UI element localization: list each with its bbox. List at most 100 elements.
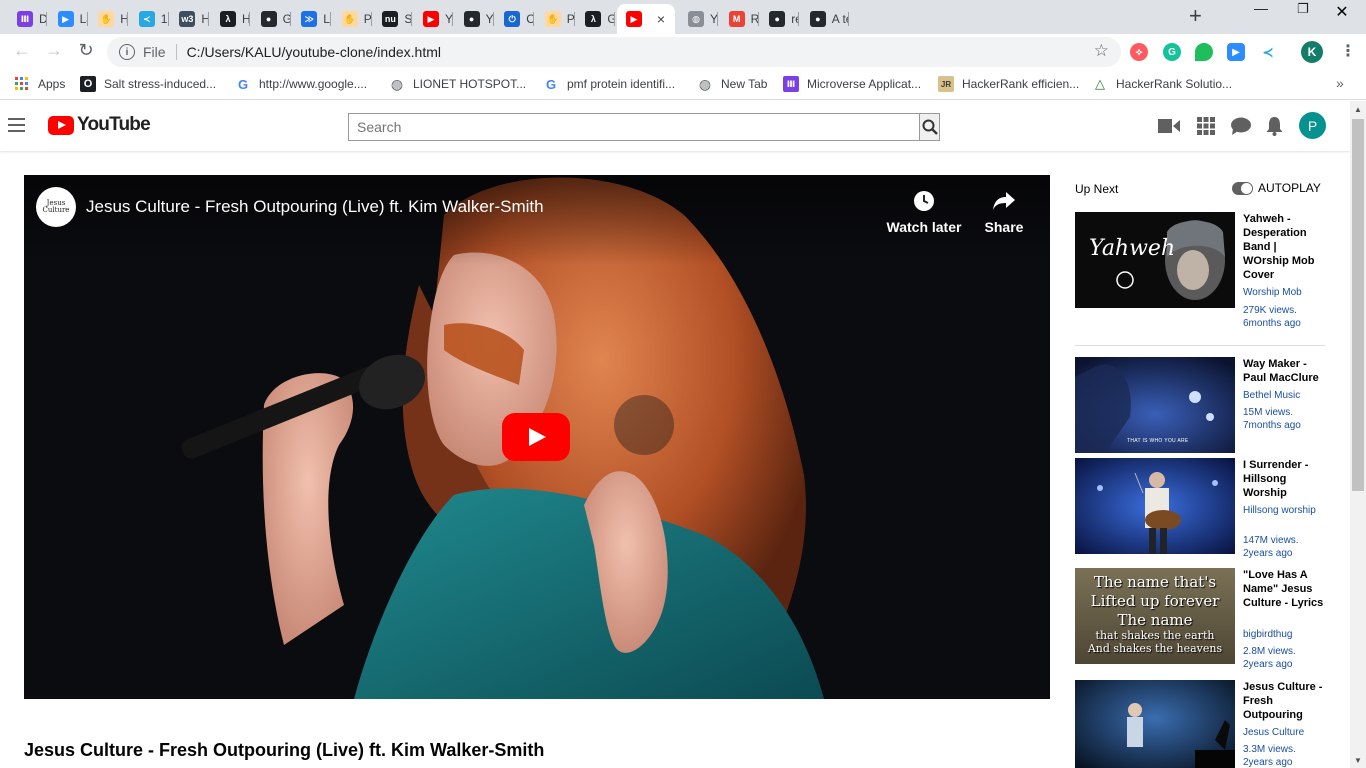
- zoom-extension-icon[interactable]: ▶: [1227, 43, 1245, 61]
- browser-tab[interactable]: λGit: [576, 4, 616, 34]
- browser-toolbar: ← → ↻ i File C:/Users/KALU/youtube-clone…: [0, 34, 1366, 70]
- recommended-channel[interactable]: Worship Mob: [1243, 286, 1325, 299]
- browser-tab[interactable]: ● A te: [801, 4, 849, 34]
- bookmark-star-icon[interactable]: ☆: [1094, 41, 1109, 61]
- user-avatar[interactable]: P: [1299, 112, 1326, 139]
- bookmark-hackerrank-solutions[interactable]: △ HackerRank Solutio...: [1092, 76, 1232, 92]
- browser-menu-icon[interactable]: ⋮: [1340, 41, 1356, 61]
- messages-icon[interactable]: [1231, 117, 1251, 135]
- browser-tab[interactable]: ✋Pro: [536, 4, 575, 34]
- restore-button[interactable]: ❐: [1297, 1, 1309, 17]
- browser-tab[interactable]: λHov: [211, 4, 250, 34]
- video-thumbnail[interactable]: Yahweh: [1075, 212, 1235, 308]
- browser-tab[interactable]: ▶ ×: [617, 4, 675, 34]
- new-tab-button[interactable]: +: [1189, 5, 1202, 27]
- browser-tab[interactable]: ≺19:: [130, 4, 169, 34]
- minimize-button[interactable]: —: [1254, 0, 1268, 16]
- tab-favicon-icon: ✋: [98, 11, 115, 27]
- share-button[interactable]: Share: [964, 187, 1044, 235]
- forward-button[interactable]: →: [42, 40, 66, 61]
- tab-favicon-icon: ◍: [688, 11, 704, 27]
- window-close-button[interactable]: ✕: [1318, 0, 1366, 24]
- play-button[interactable]: [502, 413, 570, 461]
- video-camera-icon[interactable]: [1158, 118, 1180, 134]
- player-video-title[interactable]: Jesus Culture - Fresh Outpouring (Live) …: [86, 197, 544, 217]
- extension-chat-icon[interactable]: [1195, 43, 1213, 61]
- bookmark-pmf[interactable]: G pmf protein identifi...: [543, 76, 675, 92]
- bookmark-apps[interactable]: Apps: [14, 76, 65, 92]
- reload-button[interactable]: ↻: [74, 40, 98, 61]
- browser-tab[interactable]: ▶You: [414, 4, 453, 34]
- address-url[interactable]: C:/Users/KALU/youtube-clone/index.html: [187, 44, 441, 60]
- autoplay-label: AUTOPLAY: [1258, 181, 1321, 195]
- browser-tab[interactable]: ●Git: [252, 4, 291, 34]
- scroll-down-arrow-icon[interactable]: ▼: [1354, 756, 1362, 765]
- youtube-play-logo-icon: [48, 115, 74, 135]
- tab-favicon-icon: ≫: [301, 11, 318, 27]
- video-thumbnail[interactable]: THAT IS WHO YOU ARE: [1075, 357, 1235, 453]
- browser-tab[interactable]: ●rea: [760, 4, 800, 34]
- browser-tab[interactable]: ✋Pro: [333, 4, 372, 34]
- bookmark-label: New Tab: [721, 77, 768, 91]
- tab-favicon-icon: ●: [809, 11, 826, 27]
- browser-tab[interactable]: ▶Lau: [49, 4, 88, 34]
- channel-logo[interactable]: Jesus Culture: [36, 187, 76, 227]
- recommended-title[interactable]: "Love Has A Name" Jesus Culture - Lyrics: [1243, 568, 1325, 610]
- browser-tab[interactable]: MRe:: [720, 4, 759, 34]
- page-scrollbar[interactable]: ▲ ▼: [1350, 101, 1366, 768]
- bookmarks-bar: Apps O Salt stress-induced... G http://w…: [0, 70, 1366, 100]
- bookmark-hackerrank-efficient[interactable]: JR HackerRank efficien...: [938, 76, 1079, 92]
- autoplay-toggle[interactable]: AUTOPLAY: [1232, 181, 1321, 195]
- search-input[interactable]: [348, 113, 920, 141]
- tab-separator: [573, 12, 575, 26]
- browser-tab[interactable]: ≫Lea: [292, 4, 332, 34]
- video-player[interactable]: Jesus Culture Jesus Culture - Fresh Outp…: [24, 175, 1050, 699]
- scroll-up-arrow-icon[interactable]: ▲: [1354, 105, 1362, 114]
- autoplay-switch[interactable]: [1232, 181, 1253, 195]
- site-info-icon[interactable]: i: [119, 44, 135, 60]
- browser-profile-avatar[interactable]: K: [1301, 41, 1323, 63]
- recommended-channel[interactable]: Hillsong worship: [1243, 504, 1325, 517]
- grammarly-extension-icon[interactable]: G: [1163, 43, 1181, 61]
- browser-tab[interactable]: ●You: [455, 4, 494, 34]
- browser-tab[interactable]: ⏻Col: [495, 4, 535, 34]
- extension-k-icon[interactable]: ≺: [1259, 43, 1277, 61]
- bookmark-lionet[interactable]: ◍ LIONET HOTSPOT...: [389, 76, 526, 92]
- bookmark-microverse[interactable]: Ⅲ Microverse Applicat...: [783, 76, 921, 92]
- back-button[interactable]: ←: [10, 40, 34, 61]
- bookmarks-overflow-button[interactable]: »: [1336, 75, 1344, 91]
- extension-tiktok-icon[interactable]: ⟡: [1130, 43, 1148, 61]
- thumbnail-text: Yahweh: [1089, 236, 1176, 261]
- bookmark-salt-stress[interactable]: O Salt stress-induced...: [80, 76, 216, 92]
- browser-tab[interactable]: w3HTI: [170, 4, 210, 34]
- address-bar[interactable]: i File C:/Users/KALU/youtube-clone/index…: [107, 37, 1121, 67]
- recommended-title[interactable]: Jesus Culture - Fresh Outpouring: [1243, 680, 1325, 722]
- video-thumbnail[interactable]: The name that's Lifted up forever The na…: [1075, 568, 1235, 664]
- video-thumbnail[interactable]: [1075, 458, 1235, 554]
- apps-grid-icon[interactable]: [1197, 117, 1215, 135]
- browser-tab[interactable]: ✋HTI: [89, 4, 129, 34]
- video-thumbnail[interactable]: [1075, 680, 1235, 768]
- recommended-channel[interactable]: bigbirdthug: [1243, 628, 1325, 641]
- search-button[interactable]: [920, 113, 940, 141]
- globe-icon: ◍: [698, 75, 712, 92]
- browser-tab[interactable]: ⅢDas: [8, 4, 47, 34]
- recommended-views: 147M views.: [1243, 535, 1299, 546]
- recommended-channel[interactable]: Bethel Music: [1243, 389, 1325, 402]
- browser-tab[interactable]: ◍You: [679, 4, 718, 34]
- browser-tab[interactable]: nuSho: [373, 4, 413, 34]
- recommended-title[interactable]: I Surrender - Hillsong Worship: [1243, 458, 1325, 500]
- youtube-logo[interactable]: YouTube: [48, 114, 151, 136]
- bookmark-new-tab[interactable]: ◍ New Tab: [697, 75, 768, 92]
- bookmark-google[interactable]: G http://www.google....: [235, 76, 367, 92]
- recommended-channel[interactable]: Jesus Culture: [1243, 726, 1325, 739]
- notifications-bell-icon[interactable]: [1266, 116, 1283, 136]
- menu-hamburger-icon[interactable]: [8, 118, 25, 132]
- scrollbar-thumb[interactable]: [1352, 119, 1364, 491]
- recommended-title[interactable]: Way Maker - Paul MacClure: [1243, 357, 1325, 385]
- watch-later-button[interactable]: Watch later: [884, 187, 964, 235]
- recommended-title[interactable]: Yahweh - Desperation Band | WOrship Mob …: [1243, 212, 1325, 282]
- o-icon: O: [80, 76, 96, 92]
- tab-close-icon[interactable]: ×: [657, 11, 665, 27]
- recommended-views: 15M views.: [1243, 407, 1294, 418]
